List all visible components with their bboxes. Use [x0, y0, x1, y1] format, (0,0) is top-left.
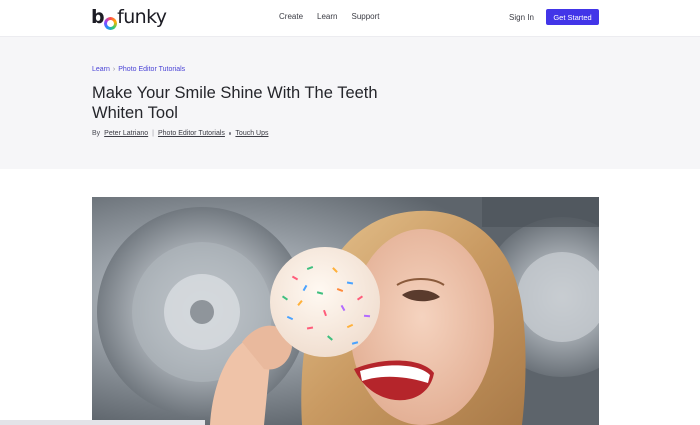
- category-link-photo-editor-tutorials[interactable]: Photo Editor Tutorials: [158, 130, 225, 137]
- logo-ring-icon: [104, 17, 118, 30]
- author-link[interactable]: Peter Latriano: [104, 130, 148, 137]
- breadcrumb: Learn › Photo Editor Tutorials: [92, 66, 185, 73]
- article-meta: By Peter Latriano | Photo Editor Tutoria…: [92, 130, 269, 137]
- nav-create[interactable]: Create: [279, 12, 303, 21]
- befunky-logo[interactable]: b funky: [91, 6, 167, 30]
- logo-wordmark: funky: [117, 6, 167, 28]
- hero-image: [92, 197, 599, 425]
- nav-learn[interactable]: Learn: [317, 12, 337, 21]
- breadcrumb-photo-editor-tutorials[interactable]: Photo Editor Tutorials: [118, 66, 185, 73]
- get-started-button[interactable]: Get Started: [546, 9, 599, 25]
- hero-photo-illustration: [92, 197, 599, 425]
- nav-support[interactable]: Support: [351, 12, 379, 21]
- top-navigation-bar: b funky Create Learn Support Sign In Get…: [0, 0, 700, 37]
- bullet-separator: [228, 132, 232, 135]
- logo-letter-b: b: [91, 6, 105, 28]
- logo-mark: b: [91, 6, 118, 30]
- category-link-touch-ups[interactable]: Touch Ups: [235, 130, 268, 137]
- page-title: Make Your Smile Shine With The Teeth Whi…: [92, 84, 378, 122]
- byline-prefix: By: [92, 130, 101, 137]
- meta-divider: |: [152, 130, 154, 137]
- reading-progress-track: [0, 420, 205, 425]
- sign-in-link[interactable]: Sign In: [509, 13, 534, 22]
- main-nav: Create Learn Support: [279, 12, 394, 21]
- breadcrumb-learn[interactable]: Learn: [92, 66, 110, 73]
- breadcrumb-separator: ›: [112, 66, 116, 73]
